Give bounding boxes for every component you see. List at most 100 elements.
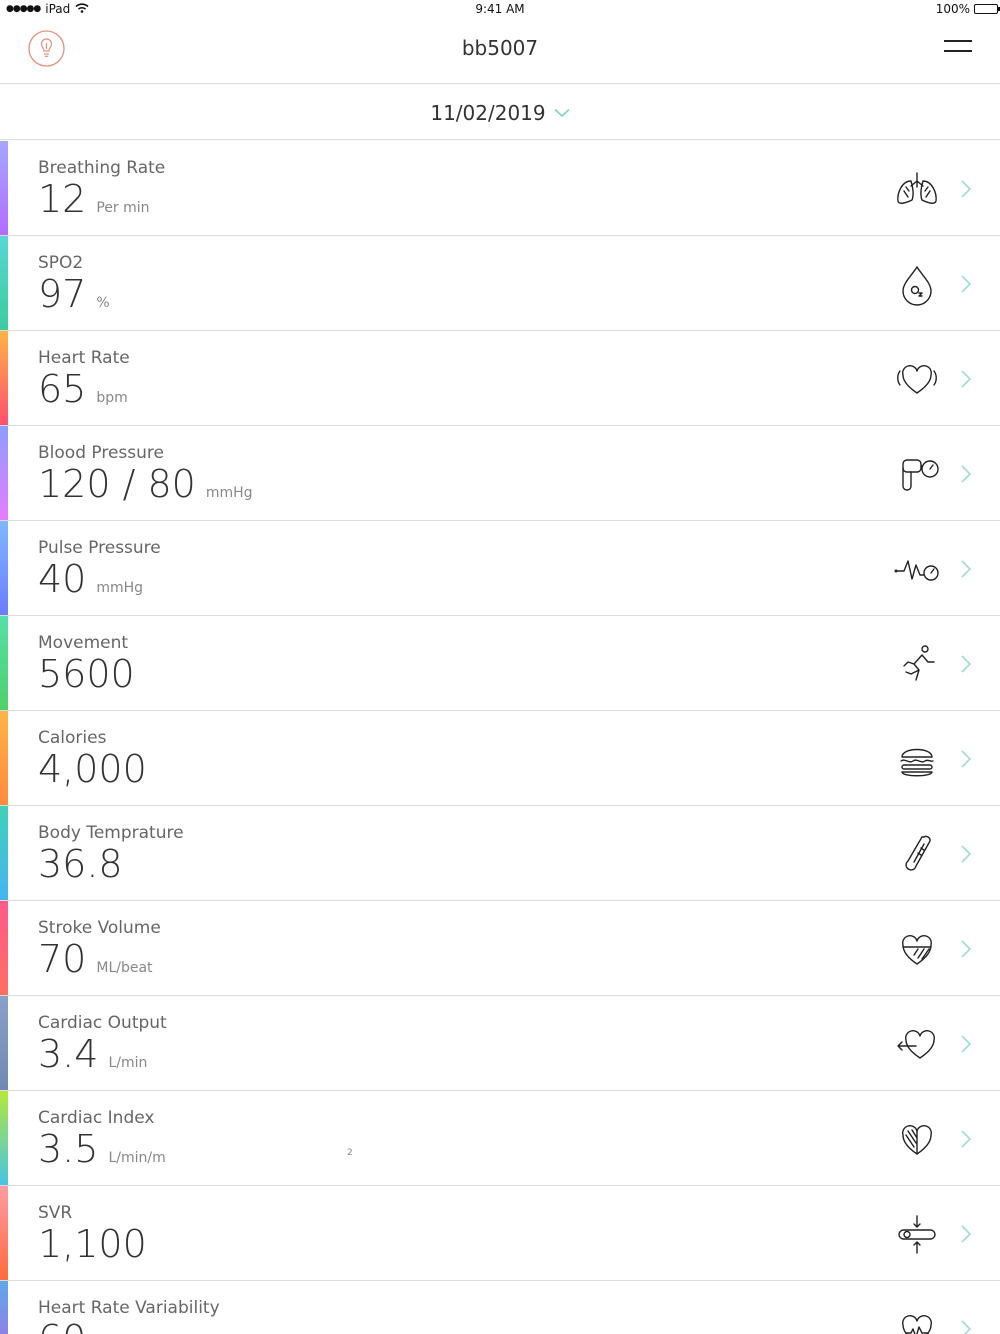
row-accent-bar bbox=[0, 1281, 8, 1334]
metric-value-group: 3.4 L/min bbox=[38, 1032, 148, 1076]
metric-label: Movement bbox=[38, 633, 129, 653]
metric-unit: L/min/m bbox=[108, 1150, 166, 1166]
metric-row-calories[interactable]: Calories 4,000 bbox=[0, 711, 1000, 806]
heart-wave-icon bbox=[894, 1307, 940, 1334]
chevron-right-icon[interactable] bbox=[960, 464, 972, 484]
heart-shaded-icon bbox=[894, 1117, 940, 1161]
metric-value: 3.5 bbox=[38, 1127, 99, 1171]
row-accent-bar bbox=[0, 426, 8, 520]
burger-icon bbox=[894, 737, 940, 781]
row-accent-bar bbox=[0, 711, 8, 805]
row-accent-bar bbox=[0, 521, 8, 615]
running-person-icon bbox=[894, 642, 940, 686]
chevron-right-icon[interactable] bbox=[960, 179, 972, 199]
metric-value-group: 40 mmHg bbox=[38, 557, 143, 601]
lungs-icon bbox=[894, 167, 940, 211]
app-header: bb5007 bbox=[0, 18, 1000, 84]
metric-unit: ML/beat bbox=[96, 960, 153, 976]
metric-value: 12 bbox=[38, 177, 87, 221]
row-accent-bar bbox=[0, 236, 8, 330]
metric-value-group: 5600 bbox=[38, 653, 145, 696]
row-accent-bar bbox=[0, 331, 8, 425]
metric-value-group: 97 % bbox=[38, 272, 110, 316]
metric-row-svr[interactable]: SVR 1,100 bbox=[0, 1186, 1000, 1281]
metric-label: Heart Rate bbox=[38, 348, 130, 368]
metric-unit: mmHg bbox=[205, 485, 253, 501]
metric-row-cardiac-output[interactable]: Cardiac Output 3.4 L/min bbox=[0, 996, 1000, 1091]
row-accent-bar bbox=[0, 901, 8, 995]
metric-value: 40 bbox=[38, 557, 87, 601]
metric-row-movement[interactable]: Movement 5600 bbox=[0, 616, 1000, 711]
status-right: 100% bbox=[936, 2, 1000, 16]
status-bar: ●●●●● iPad 9:41 AM 100% bbox=[0, 0, 1000, 18]
metric-value: 65 bbox=[38, 367, 87, 411]
metric-value: 36.8 bbox=[38, 842, 123, 886]
metric-row-cardiac-index[interactable]: Cardiac Index 3.5 L/min/m 2 bbox=[0, 1091, 1000, 1186]
chevron-right-icon[interactable] bbox=[960, 654, 972, 674]
date-selector[interactable]: 11/02/2019 bbox=[0, 101, 1000, 125]
metric-value: 97 bbox=[38, 272, 87, 316]
chevron-right-icon[interactable] bbox=[960, 369, 972, 389]
metric-unit: % bbox=[96, 295, 110, 311]
metric-value: 120 / 80 bbox=[38, 462, 196, 506]
blood-pressure-cuff-icon bbox=[894, 452, 940, 496]
chevron-right-icon[interactable] bbox=[960, 939, 972, 959]
metric-value-group: 65 bpm bbox=[38, 367, 128, 411]
metric-value-group: 12 Per min bbox=[38, 177, 150, 221]
chevron-down-icon bbox=[554, 108, 570, 118]
metric-value-group: 4,000 bbox=[38, 747, 157, 791]
alert-button[interactable] bbox=[28, 30, 65, 67]
date-bar: 11/02/2019 bbox=[0, 85, 1000, 140]
row-accent-bar bbox=[0, 1091, 8, 1185]
metric-row-pulse-pressure[interactable]: Pulse Pressure 40 mmHg bbox=[0, 521, 1000, 616]
metric-row-heart-rate-variability[interactable]: Heart Rate Variability 60 bbox=[0, 1281, 1000, 1334]
metric-label: Calories bbox=[38, 728, 107, 748]
metric-unit: Per min bbox=[96, 200, 150, 216]
metric-unit: L/min bbox=[108, 1055, 148, 1071]
menu-icon-line-bottom bbox=[944, 50, 972, 52]
metric-row-spo2[interactable]: SPO2 97 % bbox=[0, 236, 1000, 331]
metric-label: Body Temprature bbox=[38, 823, 184, 843]
heart-icon bbox=[894, 357, 940, 401]
metric-row-breathing-rate[interactable]: Breathing Rate 12 Per min bbox=[0, 141, 1000, 236]
metric-unit-superscript: 2 bbox=[347, 1148, 353, 1158]
metric-value: 70 bbox=[38, 937, 87, 981]
row-accent-bar bbox=[0, 996, 8, 1090]
metric-value-group: 60 bbox=[38, 1318, 96, 1334]
metric-value: 3.4 bbox=[38, 1032, 99, 1076]
metric-label: Breathing Rate bbox=[38, 158, 166, 178]
chevron-right-icon[interactable] bbox=[960, 1319, 972, 1334]
metric-row-blood-pressure[interactable]: Blood Pressure 120 / 80 mmHg bbox=[0, 426, 1000, 521]
row-accent-bar bbox=[0, 1186, 8, 1280]
metric-label: SPO2 bbox=[38, 253, 84, 273]
chevron-right-icon[interactable] bbox=[960, 844, 972, 864]
metric-value-group: 120 / 80 mmHg bbox=[38, 462, 253, 506]
oxygen-drop-icon bbox=[894, 262, 940, 306]
metric-unit: bpm bbox=[96, 390, 128, 406]
heart-half-icon bbox=[894, 927, 940, 971]
metric-value: 4,000 bbox=[38, 747, 147, 791]
battery-icon bbox=[974, 4, 1000, 14]
metric-label: Heart Rate Variability bbox=[38, 1298, 220, 1318]
thermometer-icon bbox=[894, 832, 940, 876]
metric-label: Stroke Volume bbox=[38, 918, 161, 938]
metric-row-heart-rate[interactable]: Heart Rate 65 bpm bbox=[0, 331, 1000, 426]
metric-list: Breathing Rate 12 Per min SPO2 97 % Hear… bbox=[0, 141, 1000, 1334]
chevron-right-icon[interactable] bbox=[960, 749, 972, 769]
metric-value-group: 70 ML/beat bbox=[38, 937, 153, 981]
chevron-right-icon[interactable] bbox=[960, 274, 972, 294]
page-title: bb5007 bbox=[461, 36, 539, 60]
metric-value: 60 bbox=[38, 1318, 86, 1334]
metric-label: Pulse Pressure bbox=[38, 538, 161, 558]
chevron-right-icon[interactable] bbox=[960, 1224, 972, 1244]
metric-value-group: 3.5 L/min/m bbox=[38, 1127, 166, 1171]
chevron-right-icon[interactable] bbox=[960, 1129, 972, 1149]
row-accent-bar bbox=[0, 806, 8, 900]
heart-arrow-icon bbox=[894, 1022, 940, 1066]
chevron-right-icon[interactable] bbox=[960, 1034, 972, 1054]
lightbulb-icon bbox=[28, 30, 65, 67]
menu-button[interactable] bbox=[944, 40, 972, 58]
metric-row-stroke-volume[interactable]: Stroke Volume 70 ML/beat bbox=[0, 901, 1000, 996]
metric-row-body-temprature[interactable]: Body Temprature 36.8 bbox=[0, 806, 1000, 901]
chevron-right-icon[interactable] bbox=[960, 559, 972, 579]
